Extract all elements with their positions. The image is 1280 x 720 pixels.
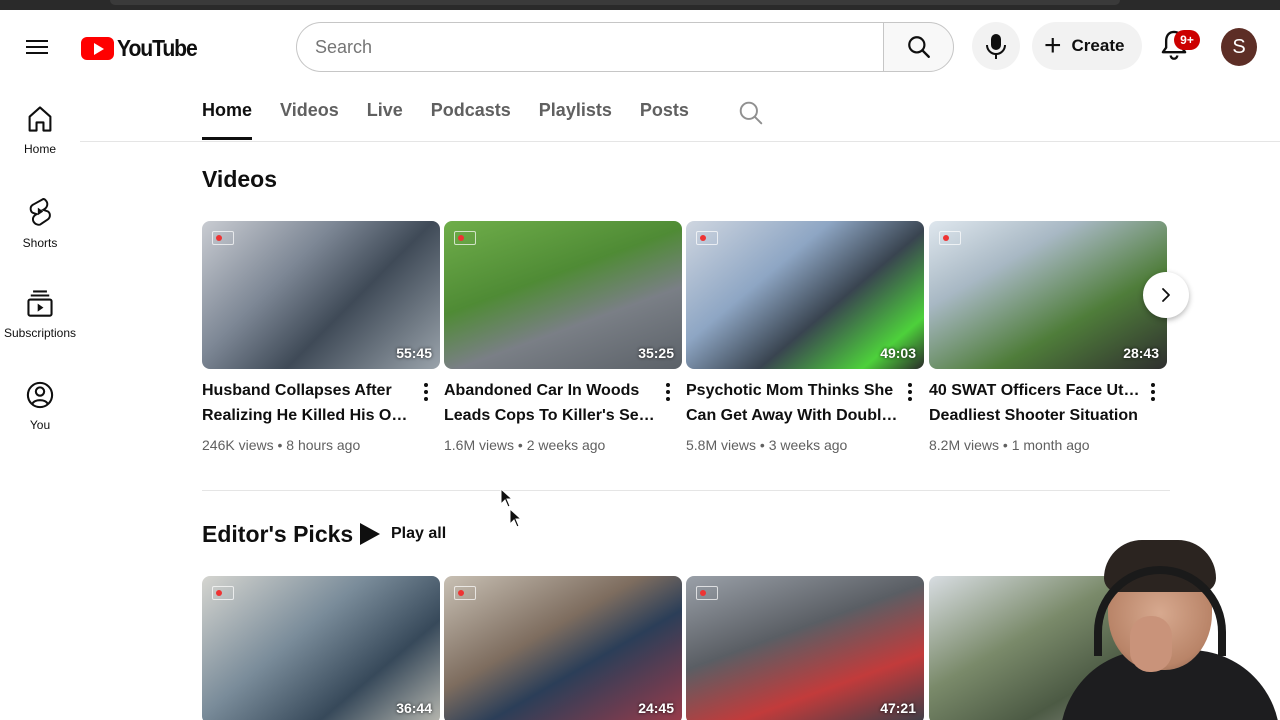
sidebar-item-home[interactable]: Home [0,92,80,174]
tab-podcasts[interactable]: Podcasts [431,96,511,140]
video-duration: 24:45 [638,700,674,716]
channel-tabs: Home Videos Live Podcasts Playlists Post… [202,96,717,142]
video-thumbnail[interactable]: 28:43 [929,221,1167,369]
create-button[interactable]: + Create [1032,22,1142,70]
rec-overlay-icon [212,586,234,600]
video-metadata: 8.2M views • 1 month ago [929,437,1090,453]
video-thumbnail[interactable]: 49:03 [686,221,924,369]
masthead: YouTube + Create 9+ S [0,10,1280,84]
plus-icon: + [1044,29,1062,62]
section-title-videos: Videos [202,166,277,192]
video-duration: 49:03 [880,345,916,361]
search-bar [296,22,954,72]
home-icon [28,106,52,132]
search-icon [739,101,763,125]
more-actions-icon[interactable] [416,379,436,405]
sidebar-item-subscriptions[interactable]: Subscriptions [0,276,80,358]
video-card[interactable]: 35:25 Abandoned Car In Woods Leads Cops T… [444,221,682,453]
rec-overlay-icon [454,231,476,245]
notification-badge: 9+ [1174,30,1200,50]
play-all-label: Play all [391,525,447,542]
more-actions-icon[interactable] [1143,379,1163,405]
rec-overlay-icon [696,231,718,245]
video-thumbnail[interactable]: 55:45 [202,221,440,369]
rec-overlay-icon [454,586,476,600]
play-icon [360,523,380,545]
shorts-icon [29,198,51,226]
rec-overlay-icon [939,231,961,245]
microphone-icon [986,34,1006,59]
chevron-right-icon [1162,288,1170,302]
video-thumbnail[interactable]: 47:21 [686,576,924,720]
more-actions-icon[interactable] [658,379,678,405]
tab-videos[interactable]: Videos [280,96,339,140]
sidebar-item-label: Shorts [22,236,58,250]
video-card[interactable]: 28:43 40 SWAT Officers Face Utah's Deadli… [929,221,1167,453]
create-label: Create [1071,36,1125,55]
youtube-logo[interactable]: YouTube [81,34,204,62]
you-icon [26,381,54,409]
browser-top-strip [0,0,1280,10]
video-duration: 55:45 [396,345,432,361]
guide-menu-icon[interactable] [26,36,56,60]
tab-home[interactable]: Home [202,96,253,140]
sidebar-item-label: Home [23,142,56,156]
subscriptions-icon [27,290,53,317]
mouse-cursor-icon [500,488,514,508]
tabs-divider [80,141,1280,142]
sidebar-item-label: Subscriptions [3,326,77,340]
sidebar-item-shorts[interactable]: Shorts [0,184,80,266]
play-all-button[interactable]: Play all [360,520,446,548]
video-title[interactable]: 40 SWAT Officers Face Utah's Deadliest Sh… [929,378,1141,428]
video-metadata: 1.6M views • 2 weeks ago [444,437,606,453]
tab-live[interactable]: Live [367,96,403,140]
video-title[interactable]: Psychotic Mom Thinks She Can Get Away Wit… [686,378,898,428]
browser-tab-bar [110,0,1120,5]
video-card[interactable]: 55:45 Husband Collapses After Realizing H… [202,221,440,453]
video-title[interactable]: Abandoned Car In Woods Leads Cops To Kill… [444,378,656,428]
video-metadata: 246K views • 8 hours ago [202,437,361,453]
video-thumbnail[interactable]: 24:45 [444,576,682,720]
voice-search-button[interactable] [972,22,1020,70]
search-input[interactable] [296,22,883,72]
youtube-play-logo-icon [81,36,114,60]
video-card[interactable]: 49:03 Psychotic Mom Thinks She Can Get Aw… [686,221,924,453]
video-duration: 36:44 [396,700,432,716]
tab-playlists[interactable]: Playlists [539,96,612,140]
rec-overlay-icon [696,586,718,600]
video-duration: 35:25 [638,345,674,361]
sidebar-item-label: You [29,418,51,432]
section-divider [202,490,1170,491]
channel-search-button[interactable] [738,100,764,131]
video-card[interactable]: 47:21 [686,576,924,720]
rec-overlay-icon [212,231,234,245]
video-metadata: 5.8M views • 3 weeks ago [686,437,848,453]
account-avatar[interactable]: S [1221,28,1257,66]
mouse-cursor-icon [509,508,523,528]
video-thumbnail[interactable]: 35:25 [444,221,682,369]
logo-wordmark: YouTube [117,34,198,61]
video-duration: 28:43 [1123,345,1159,361]
section-title-editors-picks: Editor's Picks [202,521,354,547]
tab-posts[interactable]: Posts [640,96,689,140]
search-button[interactable] [883,22,954,72]
carousel-next-button[interactable] [1143,272,1189,318]
video-title[interactable]: Husband Collapses After Realizing He Kill… [202,378,414,428]
sidebar-item-you[interactable]: You [0,368,80,450]
video-card[interactable]: 36:44 [202,576,440,720]
video-duration: 47:21 [880,700,916,716]
webcam-person-hand [1130,616,1172,672]
search-icon [907,36,930,58]
more-actions-icon[interactable] [900,379,920,405]
webcam-overlay [1060,540,1280,720]
video-thumbnail[interactable]: 36:44 [202,576,440,720]
video-card[interactable]: 24:45 [444,576,682,720]
